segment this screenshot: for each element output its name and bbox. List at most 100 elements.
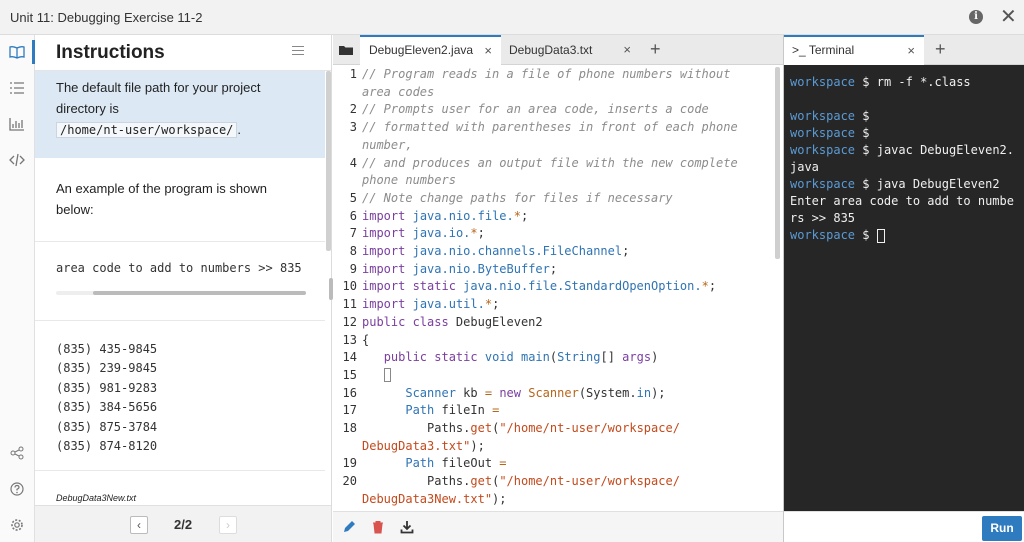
- prompt-user: workspace: [790, 143, 856, 157]
- code-line: 5// Note change paths for files if neces…: [333, 190, 775, 208]
- editor-toolbar: [333, 511, 783, 542]
- line-number: [333, 438, 357, 456]
- code-line: 4// and produces an output file with the…: [333, 155, 775, 173]
- download-icon[interactable]: [399, 519, 415, 535]
- prompt-user: workspace: [790, 75, 856, 89]
- output-file-label: DebugData3New.txt: [56, 493, 137, 503]
- terminal-text: java DebugEleven2: [876, 177, 1000, 191]
- code-line: 6 import java.nio.file.*;: [333, 208, 775, 226]
- book-icon[interactable]: [8, 43, 26, 61]
- terminal-line: workspace $: [790, 227, 1020, 244]
- file-path-note: The default file path for your project d…: [35, 71, 325, 158]
- prompt-user: workspace: [790, 126, 856, 140]
- prompt-sign: $: [855, 177, 877, 191]
- code-line: 15: [333, 367, 775, 385]
- terminal-prompt-icon: >_: [792, 43, 806, 57]
- help-icon[interactable]: [8, 480, 26, 498]
- prompt-user: workspace: [790, 109, 856, 123]
- line-number: 12: [342, 314, 357, 329]
- prompt-user: workspace: [790, 228, 856, 242]
- line-number: 5: [349, 190, 357, 205]
- code-line: 10 import static java.nio.file.StandardOp…: [333, 278, 775, 296]
- instructions-scrollbar[interactable]: [326, 71, 331, 251]
- divider: [35, 320, 325, 321]
- code-area[interactable]: 1// Program reads in a file of phone num…: [333, 66, 775, 510]
- code-line: 18 Paths.get("/home/nt-user/workspace/: [333, 420, 775, 438]
- terminal-line: workspace $ rm -f *.class: [790, 74, 1020, 91]
- add-tab-icon[interactable]: +: [935, 39, 946, 59]
- settings-icon[interactable]: [8, 516, 26, 534]
- code-line: 3// formatted with parentheses in front …: [333, 119, 775, 137]
- hamburger-menu-icon[interactable]: [292, 46, 304, 58]
- tab-terminal[interactable]: >_ Terminal ×: [784, 35, 924, 65]
- line-number: 4: [349, 155, 357, 170]
- line-number: 1: [349, 67, 357, 81]
- terminal-text: rm -f *.class: [876, 75, 971, 89]
- line-number: 16: [342, 385, 357, 400]
- line-number: 6: [349, 208, 357, 223]
- terminal-line: workspace $ javac DebugEleven2.java: [790, 142, 1020, 176]
- tab-label: Terminal: [808, 43, 855, 57]
- code-line: 14 public static void main(String[] args…: [333, 349, 775, 367]
- line-number: 8: [349, 244, 357, 259]
- editor-scrollbar[interactable]: [775, 67, 780, 259]
- code-line: area codes: [333, 84, 775, 102]
- terminal-line: Enter area code to add to numbers >> 835: [790, 193, 1020, 227]
- code-line: 20 Paths.get("/home/nt-user/workspace/: [333, 473, 775, 491]
- line-number: [333, 172, 357, 190]
- code-line: 16 Scanner kb = new Scanner(System.in);: [333, 385, 775, 403]
- line-number: [333, 84, 357, 102]
- chart-icon[interactable]: [8, 115, 26, 133]
- trash-icon[interactable]: [370, 519, 386, 535]
- page-count: 2/2: [174, 517, 193, 532]
- code-line: 2// Prompts user for an area code, inser…: [333, 101, 775, 119]
- line-number: 10: [342, 279, 357, 294]
- title-bar: Unit 11: Debugging Exercise 11-2 i ✕: [0, 0, 1024, 35]
- close-icon[interactable]: ✕: [1000, 7, 1017, 27]
- instructions-heading: Instructions: [56, 42, 165, 63]
- checklist-icon[interactable]: [8, 79, 26, 97]
- terminal-output[interactable]: workspace $ rm -f *.class workspace $ wor…: [790, 74, 1020, 244]
- terminal-panel: >_ Terminal × + workspace $ rm -f *.clas…: [783, 35, 1024, 542]
- phone-line: (835) 384-5656: [56, 400, 158, 415]
- code-icon[interactable]: [8, 151, 26, 169]
- run-button[interactable]: Run: [982, 516, 1022, 541]
- prompt-sign: $: [855, 143, 877, 157]
- line-number: 9: [349, 261, 357, 276]
- phone-line: (835) 875-3784: [56, 419, 158, 434]
- terminal-line: workspace $: [790, 108, 1020, 125]
- file-path-text: The default file path for your project d…: [56, 80, 261, 116]
- tab-close-icon[interactable]: ×: [484, 37, 492, 64]
- tab-close-icon[interactable]: ×: [623, 35, 631, 65]
- line-number: 14: [342, 350, 357, 365]
- code-line: 7 import java.io.*;: [333, 225, 775, 243]
- example-phone-list: (835) 435-9845 (835) 239-9845 (835) 981-…: [56, 340, 157, 456]
- prompt-sign: $: [855, 228, 877, 242]
- share-icon[interactable]: [8, 444, 26, 462]
- folder-icon[interactable]: [336, 40, 356, 60]
- tab-debugeleven2-java[interactable]: DebugEleven2.java ×: [360, 35, 501, 65]
- pencil-icon[interactable]: [341, 519, 357, 535]
- example-horizontal-scrollbar[interactable]: [56, 291, 306, 295]
- line-number: 17: [342, 403, 357, 418]
- tab-close-icon[interactable]: ×: [907, 37, 915, 64]
- line-number: [333, 491, 357, 509]
- line-number: 18: [342, 421, 357, 436]
- line-number: 20: [342, 474, 357, 489]
- code-line: 12 public class DebugEleven2: [333, 314, 775, 332]
- add-tab-icon[interactable]: +: [650, 39, 661, 59]
- prompt-sign: $: [855, 75, 877, 89]
- prompt-sign: $: [855, 109, 877, 123]
- code-line: 9 import java.nio.ByteBuffer;: [333, 261, 775, 279]
- file-path-code: /home/nt-user/workspace/: [56, 122, 238, 138]
- file-path-suffix: .: [237, 122, 242, 137]
- code-line: DebugData3.txt");: [333, 438, 775, 456]
- prompt-sign: $: [855, 126, 877, 140]
- instructions-header: Instructions: [35, 35, 331, 71]
- instructions-pager: ‹ 2/2 ›: [35, 505, 331, 542]
- tab-debugdata3-txt[interactable]: DebugData3.txt ×: [500, 35, 640, 65]
- line-number: 19: [342, 456, 357, 471]
- next-page-button[interactable]: ›: [219, 516, 237, 534]
- info-icon[interactable]: i: [969, 10, 983, 24]
- previous-page-button[interactable]: ‹: [130, 516, 148, 534]
